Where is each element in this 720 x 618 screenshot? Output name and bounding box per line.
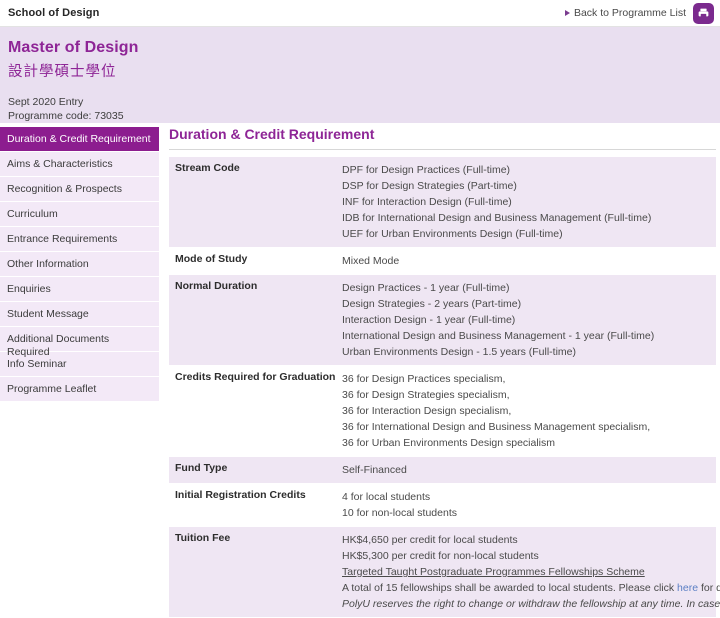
- fellowship-note: A total of 15 fellowships shall be award…: [342, 580, 720, 596]
- sidebar-item-label: Aims & Characteristics: [7, 158, 113, 170]
- row-values: HK$4,650 per credit for local students HK…: [340, 526, 720, 618]
- table-row: Stream Code DPF for Design Practices (Ful…: [169, 157, 716, 248]
- top-bar: School of Design Back to Programme List: [0, 0, 720, 27]
- programme-title-en: Master of Design: [8, 39, 139, 56]
- print-icon: [698, 8, 709, 18]
- row-values: 4 for local students 10 for non-local stu…: [340, 483, 716, 527]
- row-value-line: 36 for International Design and Business…: [342, 421, 651, 433]
- entry-term: Sept 2020 Entry: [8, 96, 84, 108]
- table-row: Normal Duration Design Practices - 1 year…: [169, 274, 716, 366]
- sidebar-item-label: Other Information: [7, 258, 89, 270]
- sidebar-item-label: Curriculum: [7, 208, 58, 220]
- row-values: 36 for Design Practices specialism, 36 fo…: [340, 365, 716, 457]
- fellowship-scheme-link[interactable]: Targeted Taught Postgraduate Programmes …: [342, 564, 714, 580]
- row-value-line: 36 for Interaction Design specialism,: [342, 405, 512, 417]
- sidebar-item-label: Entrance Requirements: [7, 233, 118, 245]
- row-value-line: Self-Financed: [342, 464, 407, 476]
- table-row: Credits Required for Graduation 36 for De…: [169, 365, 716, 457]
- row-value-line: IDB for International Design and Busines…: [342, 212, 652, 224]
- row-value-line: 36 for Design Strategies specialism,: [342, 389, 510, 401]
- sidebar-item-label: Enquiries: [7, 283, 51, 295]
- row-value-line: UEF for Urban Environments Design (Full-…: [342, 228, 563, 240]
- row-label: Normal Duration: [169, 274, 340, 366]
- row-value-line: Design Strategies - 2 years (Part-time): [342, 298, 522, 310]
- triangle-right-icon: [564, 10, 570, 16]
- row-value-line: Urban Environments Design - 1.5 years (F…: [342, 346, 576, 358]
- sidebar-item-recognition-prospects[interactable]: Recognition & Prospects: [0, 177, 159, 202]
- row-values: Design Practices - 1 year (Full-time) Des…: [340, 274, 716, 366]
- page-title: Duration & Credit Requirement: [169, 126, 716, 150]
- row-values: DPF for Design Practices (Full-time) DSP …: [340, 157, 716, 248]
- sidebar-item-label: Recognition & Prospects: [7, 183, 122, 195]
- row-value-line: International Design and Business Manage…: [342, 330, 655, 342]
- sidebar-item-curriculum[interactable]: Curriculum: [0, 202, 159, 227]
- programme-code: Programme code: 73035: [8, 110, 124, 122]
- row-value-line: 36 for Design Practices specialism,: [342, 373, 506, 385]
- row-value-line: DSP for Design Strategies (Part-time): [342, 180, 517, 192]
- row-value-line: 10 for non-local students: [342, 507, 457, 519]
- sidebar-nav: Duration & Credit Requirement Aims & Char…: [0, 123, 159, 402]
- row-values: Self-Financed: [340, 456, 716, 484]
- row-value-line: PolyU reserves the right to change or wi…: [342, 598, 720, 610]
- content-area: Duration & Credit Requirement Aims & Char…: [0, 123, 720, 618]
- programme-meta: Sept 2020 Entry Programme code: 73035: [8, 95, 720, 123]
- sidebar-item-programme-leaflet[interactable]: Programme Leaflet: [0, 377, 159, 402]
- top-bar-actions: Back to Programme List: [564, 2, 720, 24]
- row-value-line: HK$5,300 per credit for non-local studen…: [342, 550, 539, 562]
- table-row: Mode of Study Mixed Mode: [169, 247, 716, 275]
- table-row: Tuition Fee HK$4,650 per credit for local…: [169, 526, 720, 618]
- row-value-line: 4 for local students: [342, 491, 431, 503]
- row-value-line: 36 for Urban Environments Design special…: [342, 437, 556, 449]
- row-label: Credits Required for Graduation: [169, 365, 340, 457]
- fellowship-note-before: A total of 15 fellowships shall be award…: [342, 582, 678, 594]
- programme-details-table: Stream Code DPF for Design Practices (Ful…: [169, 157, 720, 618]
- print-button[interactable]: [693, 2, 714, 24]
- sidebar-item-other-information[interactable]: Other Information: [0, 252, 159, 277]
- sidebar-item-label: Student Message: [7, 308, 89, 320]
- row-value-line: Mixed Mode: [342, 255, 400, 267]
- row-value-line: HK$4,650 per credit for local students: [342, 534, 518, 546]
- sidebar-item-label: Info Seminar: [7, 358, 67, 370]
- fellowship-note-after: for details.: [700, 582, 720, 594]
- back-to-programme-list-link[interactable]: Back to Programme List: [564, 7, 686, 19]
- row-value-line: Design Practices - 1 year (Full-time): [342, 282, 510, 294]
- table-row: Fund Type Self-Financed: [169, 456, 716, 484]
- row-label: Fund Type: [169, 456, 340, 484]
- row-label: Initial Registration Credits: [169, 483, 340, 527]
- sidebar-item-aims-characteristics[interactable]: Aims & Characteristics: [0, 152, 159, 177]
- row-value-line: DPF for Design Practices (Full-time): [342, 164, 511, 176]
- sidebar-item-label: Programme Leaflet: [7, 383, 97, 395]
- sidebar-item-student-message[interactable]: Student Message: [0, 302, 159, 327]
- main-panel: Duration & Credit Requirement Stream Cod…: [159, 123, 720, 618]
- back-link-label: Back to Programme List: [573, 7, 686, 19]
- programme-title-zh: 設計學碩士學位: [8, 64, 117, 80]
- sidebar-item-enquiries[interactable]: Enquiries: [0, 277, 159, 302]
- row-value-line: INF for Interaction Design (Full-time): [342, 196, 512, 208]
- row-label: Tuition Fee: [169, 526, 340, 618]
- school-name: School of Design: [8, 7, 100, 19]
- sidebar-item-duration-credit-requirement[interactable]: Duration & Credit Requirement: [0, 127, 159, 152]
- sidebar-item-entrance-requirements[interactable]: Entrance Requirements: [0, 227, 159, 252]
- row-value-line: Interaction Design - 1 year (Full-time): [342, 314, 516, 326]
- table-row: Initial Registration Credits 4 for local …: [169, 483, 716, 527]
- row-label: Stream Code: [169, 157, 340, 248]
- sidebar-item-additional-documents-required[interactable]: Additional Documents Required: [0, 327, 159, 358]
- fellowship-details-link[interactable]: here: [677, 582, 698, 594]
- sidebar-item-label: Duration & Credit Requirement: [7, 133, 151, 145]
- row-label: Mode of Study: [169, 247, 340, 275]
- row-values: Mixed Mode: [340, 247, 716, 275]
- programme-banner: Master of Design 設計學碩士學位 Sept 2020 Entry…: [0, 27, 720, 123]
